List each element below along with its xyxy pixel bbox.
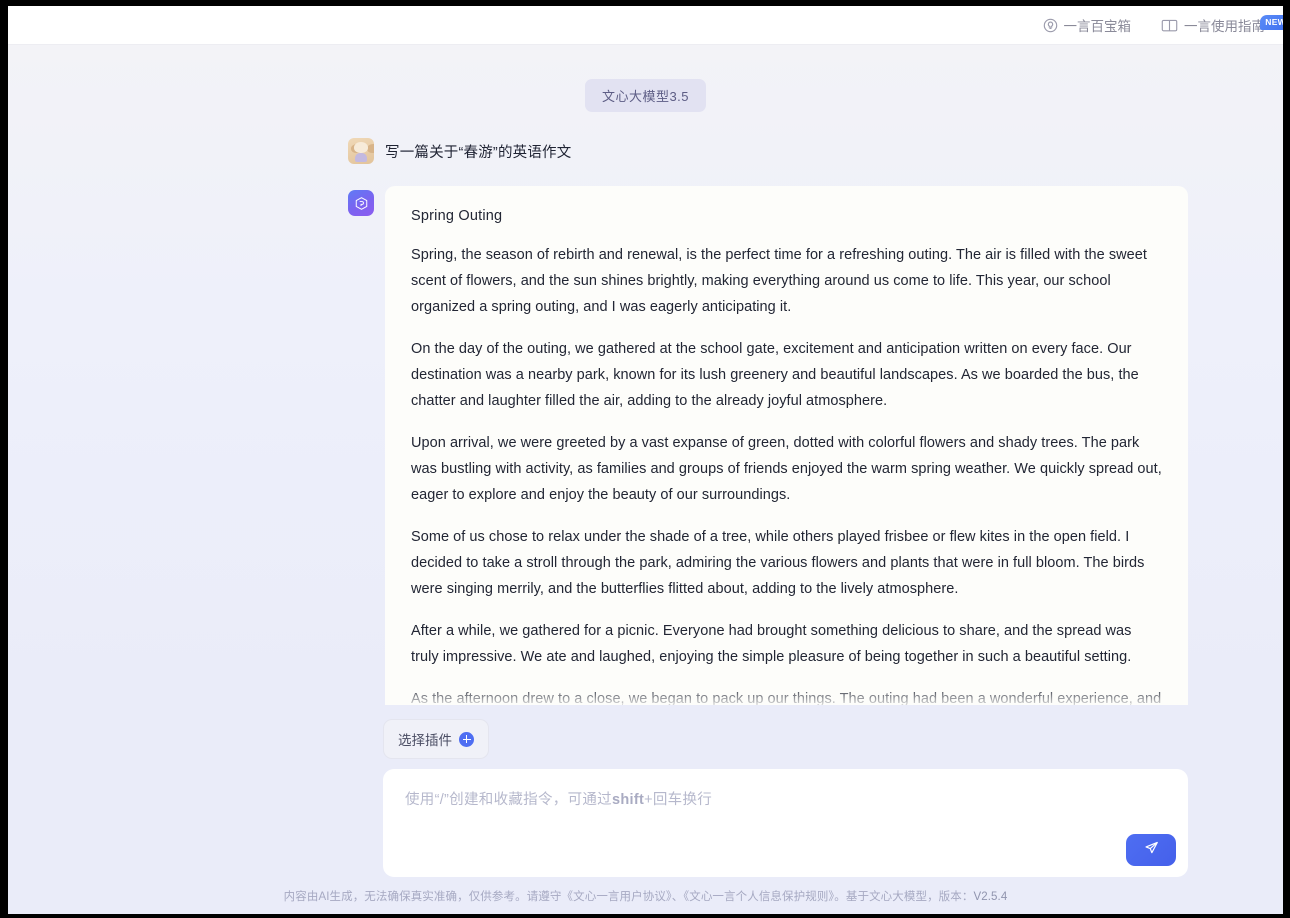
response-paragraph: As the afternoon drew to a close, we beg…	[411, 691, 1162, 705]
guide-label: 一言使用指南	[1184, 19, 1265, 34]
plugin-label: 选择插件	[398, 733, 452, 748]
placeholder-prefix: 使用“/”创建和收藏指令，可通过	[405, 792, 612, 808]
placeholder-shift-key: shift	[612, 792, 645, 808]
disclaimer-text-2: 。基于文心大模型，版本：	[834, 891, 974, 903]
app-window: 一言百宝箱 一言使用指南 NEW 文心大模型3.5 写一篇关于“春游”的英语作文	[8, 6, 1283, 914]
response-title: Spring Outing	[411, 208, 503, 224]
user-message-text: 写一篇关于“春游”的英语作文	[385, 144, 572, 161]
toolbox-entry[interactable]: 一言百宝箱	[1043, 15, 1132, 35]
response-paragraph: Spring, the season of rebirth and renewa…	[411, 247, 1147, 315]
model-pill-row: 文心大模型3.5	[8, 45, 1283, 112]
send-button[interactable]	[1126, 834, 1176, 866]
message-input-placeholder[interactable]: 使用“/”创建和收藏指令，可通过shift+回车换行	[405, 788, 1166, 809]
footer-disclaimer: 内容由AI生成，无法确保真实准确，仅供参考。请遵守《文心一言用户协议》、《文心一…	[8, 877, 1283, 914]
new-badge: NEW	[1260, 15, 1283, 30]
response-paragraph: On the day of the outing, we gathered at…	[411, 341, 1139, 409]
top-bar: 一言百宝箱 一言使用指南 NEW	[8, 6, 1283, 45]
select-plugin-button[interactable]: 选择插件	[383, 719, 489, 759]
paper-plane-icon	[1143, 839, 1160, 861]
privacy-policy-link[interactable]: 《文心一言个人信息保护规则》	[683, 891, 834, 903]
user-message-row: 写一篇关于“春游”的英语作文	[348, 138, 1283, 164]
assistant-response-card: Spring Outing Spring, the season of rebi…	[385, 186, 1188, 705]
lightbulb-icon	[1043, 18, 1058, 33]
footer-separator: 、	[671, 891, 684, 903]
version-number: V2.5.4	[973, 891, 1008, 903]
response-paragraph: Some of us chose to relax under the shad…	[411, 529, 1145, 597]
response-paragraph: After a while, we gathered for a picnic.…	[411, 623, 1132, 665]
response-paragraph: Upon arrival, we were greeted by a vast …	[411, 435, 1162, 503]
user-agreement-link[interactable]: 《文心一言用户协议》	[562, 891, 672, 903]
plus-circle-icon	[459, 731, 474, 747]
guide-entry[interactable]: 一言使用指南 NEW	[1161, 15, 1283, 35]
book-icon	[1161, 18, 1178, 33]
assistant-avatar-icon	[348, 190, 374, 216]
toolbox-label: 一言百宝箱	[1063, 19, 1132, 34]
model-badge: 文心大模型3.5	[584, 79, 707, 112]
disclaimer-text-1: 内容由AI生成，无法确保真实准确，仅供参考。请遵守	[283, 891, 562, 903]
assistant-message-row: Spring Outing Spring, the season of rebi…	[348, 186, 1283, 705]
placeholder-suffix: +回车换行	[644, 792, 713, 808]
chat-scroll-area[interactable]: 文心大模型3.5 写一篇关于“春游”的英语作文 Spring Outing Sp…	[8, 45, 1283, 705]
message-input-box[interactable]: 使用“/”创建和收藏指令，可通过shift+回车换行	[383, 769, 1188, 877]
composer: 选择插件 使用“/”创建和收藏指令，可通过shift+回车换行	[8, 705, 1283, 877]
user-avatar	[348, 138, 374, 164]
